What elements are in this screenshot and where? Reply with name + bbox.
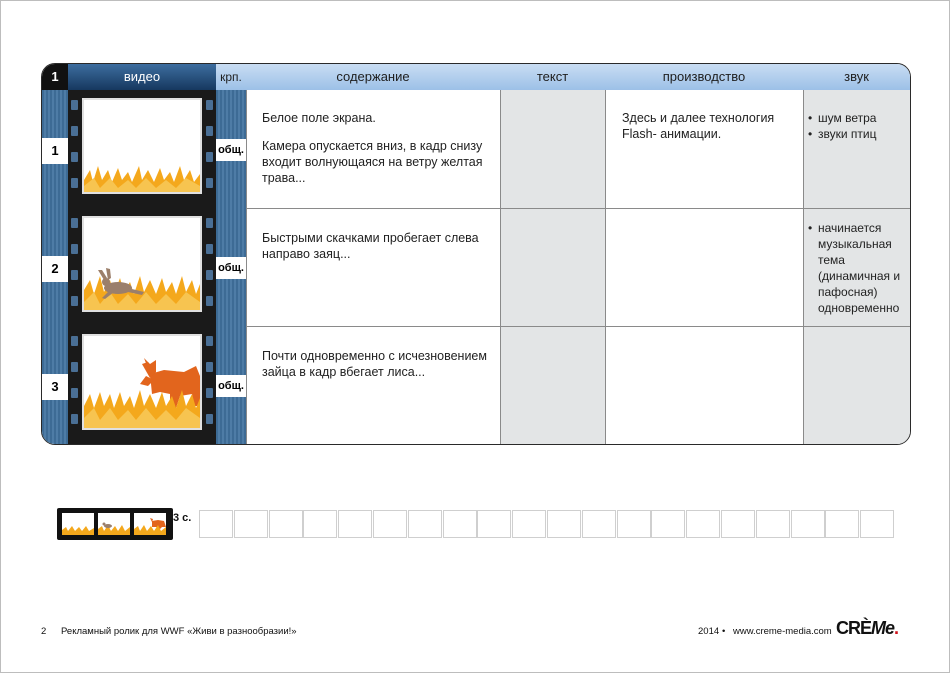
storyboard-table: 1 видео крп. содержание текст производст… xyxy=(41,63,911,445)
header-sound: звук xyxy=(803,64,910,90)
timeline-slot xyxy=(233,510,268,538)
header-production: производство xyxy=(605,64,804,90)
sound-item: шум ветра xyxy=(808,110,908,126)
sound-cell-2: начинается музыкальная тема (динамичная … xyxy=(808,220,908,316)
footer-year: 2014 xyxy=(698,626,720,637)
shot-label: общ. xyxy=(216,139,246,161)
production-cell-1: Здесь и далее технология Flash- анимации… xyxy=(622,111,775,141)
shot-label: общ. xyxy=(216,375,246,397)
timeline-slot xyxy=(477,510,512,538)
page-number: 2 xyxy=(41,626,47,637)
frame-1-grass xyxy=(82,98,202,194)
timeline-slot xyxy=(825,510,860,538)
timeline-slot xyxy=(546,510,581,538)
shot-label: общ. xyxy=(216,257,246,279)
timeline-slot xyxy=(338,510,373,538)
sound-item: звуки птиц xyxy=(808,126,908,142)
timeline-slot xyxy=(512,510,547,538)
row-number: 1 xyxy=(42,138,68,164)
content-text: Камера опускается вниз, в кадр снизу вхо… xyxy=(262,139,483,185)
timeline-slot xyxy=(407,510,442,538)
timeline-slot xyxy=(755,510,790,538)
timeline-slot xyxy=(616,510,651,538)
footer-title: Рекламный ролик для WWF «Живи в разнообр… xyxy=(61,626,297,637)
timeline-slot xyxy=(860,510,895,538)
timeline-slots xyxy=(199,510,895,538)
frame-2-hare xyxy=(82,216,202,312)
content-cell-2: Быстрыми скачками пробегает слева направ… xyxy=(262,230,492,262)
timeline-slot xyxy=(268,510,303,538)
timeline-slot xyxy=(372,510,407,538)
sound-item: начинается музыкальная тема (динамичная … xyxy=(808,220,908,316)
content-cell-1: Белое поле экрана. Камера опускается вни… xyxy=(262,110,492,186)
creme-logo: CRÈMe. xyxy=(836,618,899,638)
timeline-slot xyxy=(686,510,721,538)
row-number: 3 xyxy=(42,374,68,400)
timeline-slot xyxy=(790,510,825,538)
sheet-number: 1 xyxy=(42,64,68,90)
header-shot: крп. xyxy=(216,64,247,90)
frame-3-fox xyxy=(82,334,202,430)
footer-website: www.creme-media.com xyxy=(733,626,832,637)
row-number: 2 xyxy=(42,256,68,282)
storyboard-page: 1 видео крп. содержание текст производст… xyxy=(0,0,950,673)
duration-label: 3 с. xyxy=(173,512,192,524)
footer-bullet: • xyxy=(722,626,726,637)
text-column-bg xyxy=(500,90,605,444)
header-video: видео xyxy=(68,64,216,90)
sound-cell-1: шум ветра звуки птиц xyxy=(808,110,908,142)
timeline-slot xyxy=(651,510,686,538)
thumbnail-1 xyxy=(62,513,94,535)
timeline-slot xyxy=(720,510,755,538)
film-strip xyxy=(68,90,216,444)
timeline-slot xyxy=(199,510,233,538)
content-text: Белое поле экрана. xyxy=(262,111,376,125)
timeline-thumbnails xyxy=(57,508,173,540)
content-text: Почти одновременно с исчезновением зайца… xyxy=(262,349,487,379)
content-cell-3: Почти одновременно с исчезновением зайца… xyxy=(262,348,494,380)
timeline-slot xyxy=(303,510,338,538)
thumbnail-3 xyxy=(134,513,166,535)
timeline-slot xyxy=(442,510,477,538)
header-content: содержание xyxy=(246,64,501,90)
content-text: Быстрыми скачками пробегает слева направ… xyxy=(262,231,479,261)
header-text: текст xyxy=(500,64,606,90)
thumbnail-2 xyxy=(98,513,130,535)
timeline-slot xyxy=(581,510,616,538)
